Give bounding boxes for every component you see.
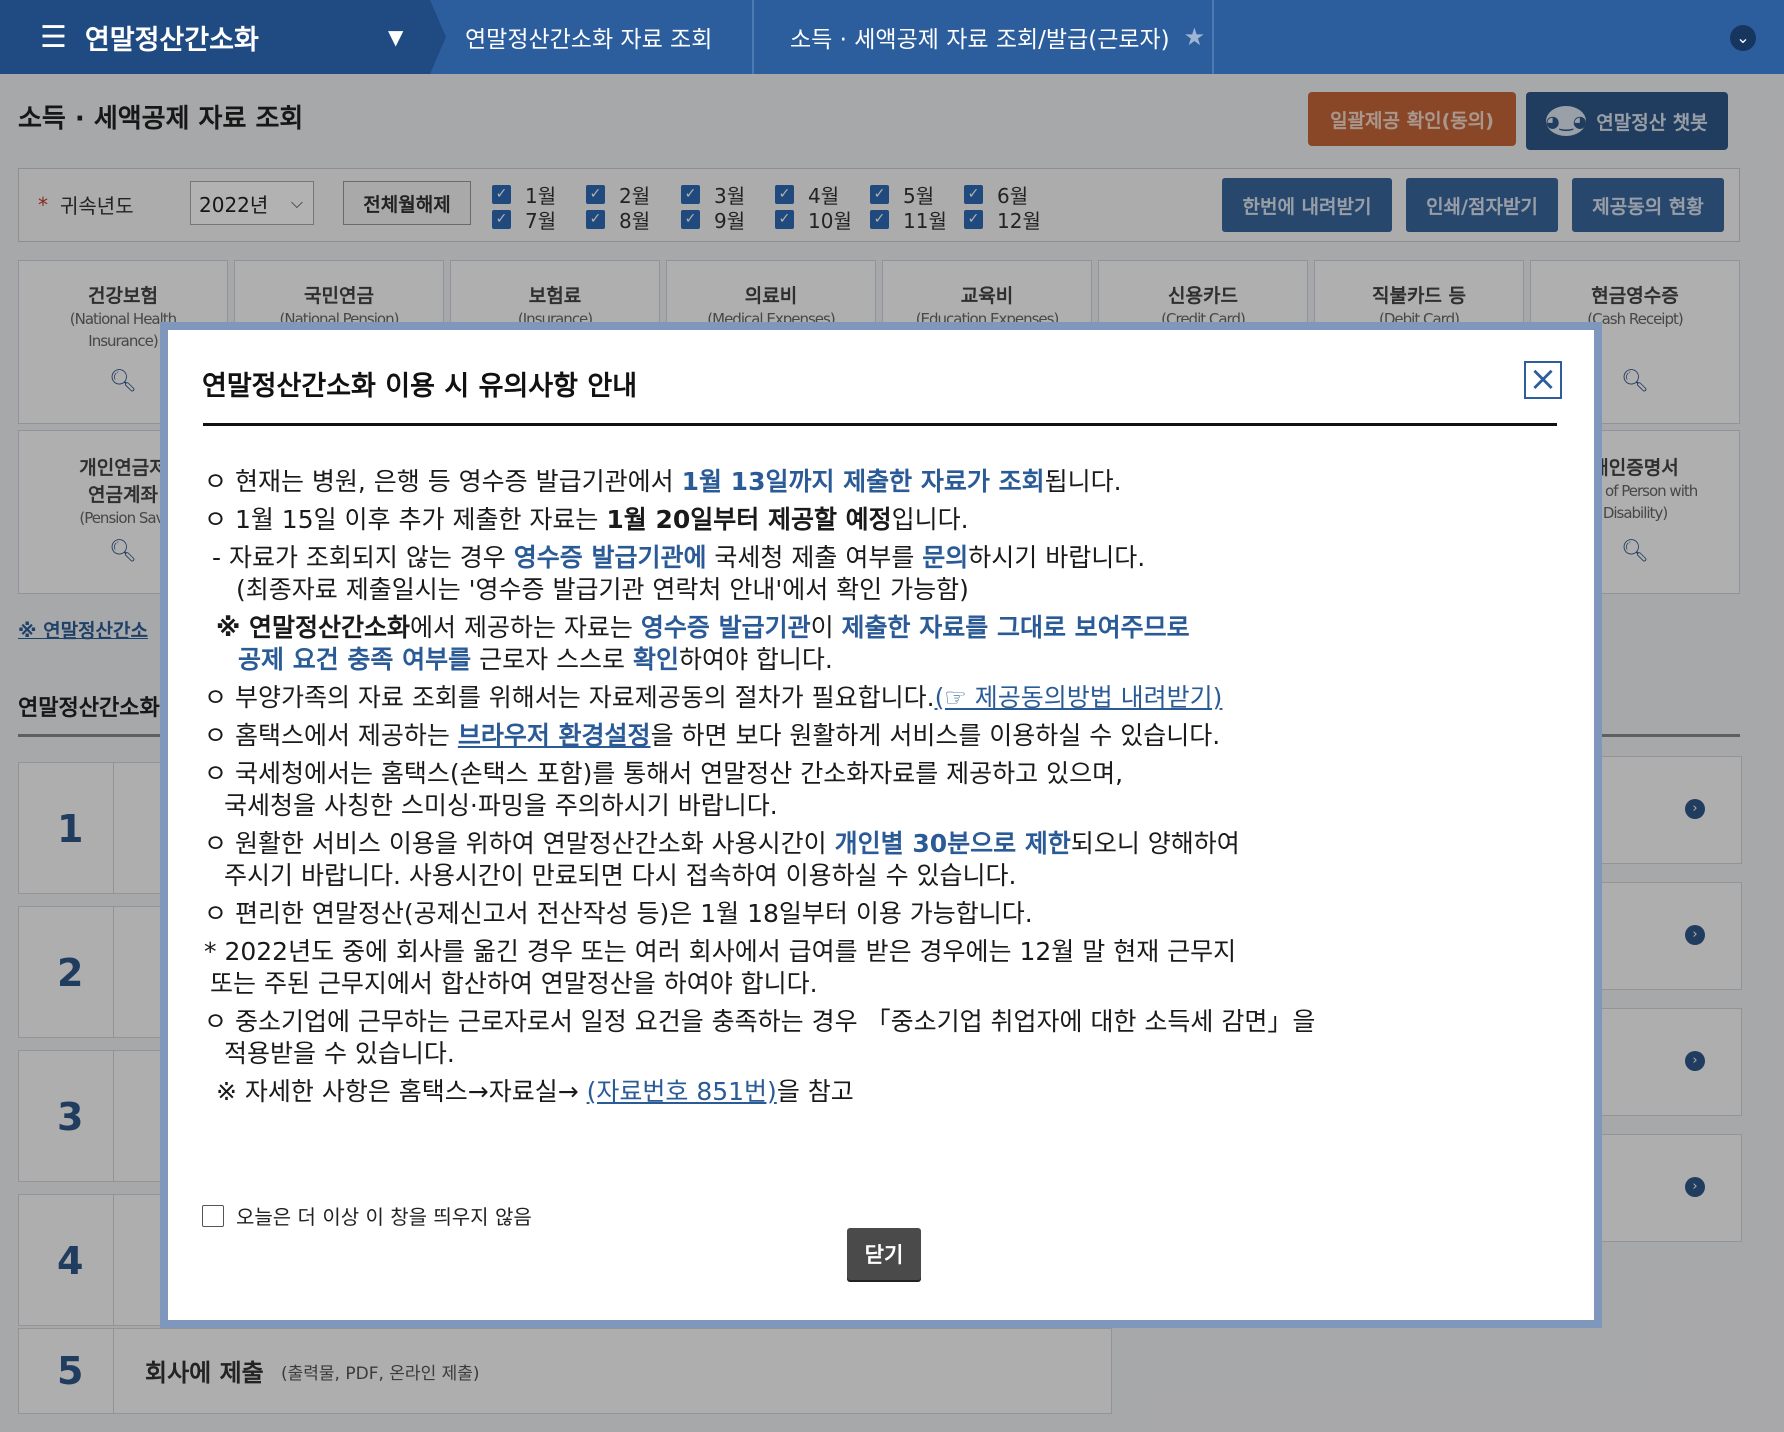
notice-line: ㅇ 부양가족의 자료 조회를 위해서는 자료제공동의 절차가 필요합니다.(☞ …: [204, 683, 1223, 712]
breadcrumb-current[interactable]: 소득 · 세액공제 자료 조회/발급(근로자) ★: [790, 0, 1205, 74]
breadcrumb-divider: [752, 0, 754, 74]
dont-show-today-label: 오늘은 더 이상 이 창을 띄우지 않음: [236, 1205, 532, 1229]
close-button[interactable]: 닫기: [847, 1228, 921, 1280]
notice-line: ※ 자세한 사항은 홈택스→자료실→ (자료번호 851번)을 참고: [216, 1077, 854, 1106]
breadcrumb-separator: [430, 0, 446, 74]
notice-line: 공제 요건 충족 여부를 근로자 스스로 확인하여야 합니다.: [238, 645, 833, 674]
notice-line: * 2022년도 중에 회사를 옮긴 경우 또는 여러 회사에서 급여를 받은 …: [204, 937, 1237, 966]
top-navigation-bar: ☰ 연말정산간소화 ▼ 연말정산간소화 자료 조회 소득 · 세액공제 자료 조…: [0, 0, 1784, 74]
breadcrumb-label: 소득 · 세액공제 자료 조회/발급(근로자): [790, 27, 1170, 53]
notice-line: 주시기 바랍니다. 사용시간이 만료되면 다시 접속하여 이용하실 수 있습니다…: [224, 861, 1017, 890]
chevron-down-icon[interactable]: ▼: [388, 25, 403, 49]
notice-line: ㅇ 홈택스에서 제공하는 브라우저 환경설정을 하면 보다 원활하게 서비스를 …: [204, 721, 1221, 750]
notice-line: ㅇ 원활한 서비스 이용을 위하여 연말정산간소화 사용시간이 개인별 30분으…: [204, 829, 1240, 858]
notice-line: (최종자료 제출일시는 '영수증 발급기관 연락처 안내'에서 확인 가능함): [236, 575, 969, 604]
notice-line: 국세청을 사칭한 스미싱·파밍을 주의하시기 바랍니다.: [224, 791, 778, 820]
notice-line: 또는 주된 근무지에서 합산하여 연말정산을 하여야 합니다.: [210, 969, 818, 998]
notice-line: ㅇ 1월 15일 이후 추가 제출한 자료는 1월 20일부터 제공할 예정입니…: [204, 505, 969, 534]
checkbox-unchecked-icon[interactable]: [202, 1204, 224, 1227]
chevron-circle-icon[interactable]: ⌄: [1730, 25, 1756, 51]
breadcrumb-label: 연말정산간소화 자료 조회: [465, 27, 713, 53]
nav-home-menu[interactable]: ☰ 연말정산간소화 ▼: [0, 0, 430, 74]
star-icon[interactable]: ★: [1184, 23, 1206, 51]
modal-title: 연말정산간소화 이용 시 유의사항 안내: [202, 371, 638, 402]
browser-settings-link[interactable]: 브라우저 환경설정: [458, 721, 651, 750]
notice-line: - 자료가 조회되지 않는 경우 영수증 발급기관에 국세청 제출 여부를 문의…: [212, 543, 1146, 572]
notice-line: ㅇ 현재는 병원, 은행 등 영수증 발급기관에서 1월 13일까지 제출한 자…: [204, 467, 1122, 496]
nav-home-label: 연말정산간소화: [84, 24, 259, 56]
notice-line: ※ 연말정산간소화에서 제공하는 자료는 영수증 발급기관이 제출한 자료를 그…: [216, 613, 1190, 642]
consent-method-download-link[interactable]: (☞ 제공동의방법 내려받기): [935, 683, 1223, 712]
notice-line: 적용받을 수 있습니다.: [224, 1039, 455, 1068]
dont-show-today-checkbox[interactable]: 오늘은 더 이상 이 창을 띄우지 않음: [202, 1201, 532, 1230]
notice-line: ㅇ 중소기업에 근무하는 근로자로서 일정 요건을 충족하는 경우 「중소기업 …: [204, 1007, 1316, 1036]
breadcrumb-item[interactable]: 연말정산간소화 자료 조회: [465, 0, 712, 74]
modal-title-divider: [203, 423, 1557, 426]
notice-line: ㅇ 편리한 연말정산(공제신고서 전산작성 등)은 1월 18일부터 이용 가능…: [204, 899, 1033, 928]
hamburger-icon[interactable]: ☰: [40, 20, 67, 55]
breadcrumb-divider: [1212, 0, 1214, 74]
document-851-link[interactable]: (자료번호 851번): [587, 1077, 777, 1106]
notice-line: ㅇ 국세청에서는 홈택스(손택스 포함)를 통해서 연말정산 간소화자료를 제공…: [204, 759, 1124, 788]
close-icon[interactable]: ×: [1524, 361, 1562, 399]
